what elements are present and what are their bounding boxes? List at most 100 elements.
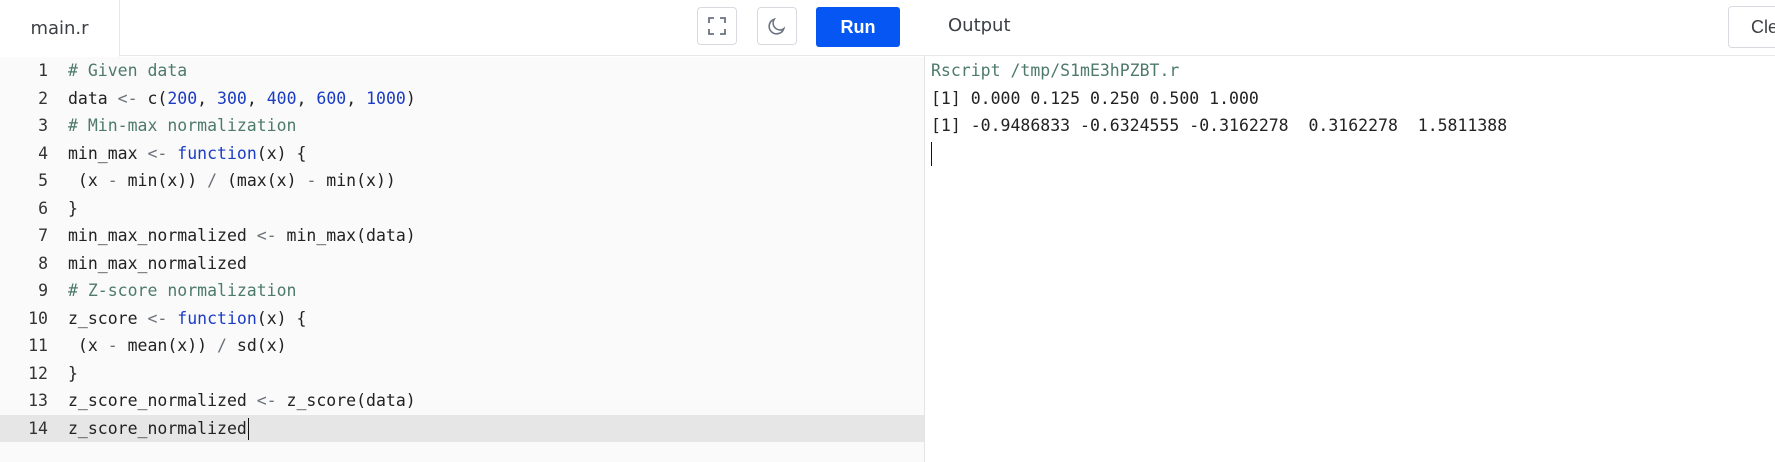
code-token: <- <box>256 226 277 245</box>
code-token: - <box>107 171 118 190</box>
code-token: (x <box>68 171 108 190</box>
code-line[interactable]: 4 min_max <- function(x) { <box>0 140 924 168</box>
code-token: min_max <box>68 143 148 163</box>
code-token: c( <box>137 88 168 108</box>
line-code: min_max_normalized <- min_max(data) <box>68 222 416 250</box>
code-line[interactable]: 2 data <- c(200, 300, 400, 600, 1000) <box>0 85 924 113</box>
code-line[interactable]: 13 z_score_normalized <- z_score(data) <box>0 387 924 415</box>
moon-icon <box>768 17 786 35</box>
code-token: <- <box>147 308 168 328</box>
line-number: 14 <box>28 418 48 438</box>
text-cursor <box>247 418 249 440</box>
line-code: # Given data <box>68 57 187 85</box>
code-token: } <box>68 363 78 383</box>
code-token: min(x)) <box>117 171 208 190</box>
code-token: z_score(data) <box>276 391 416 410</box>
line-number: 6 <box>38 198 48 218</box>
output-header: Output Clear <box>925 0 1775 56</box>
line-number: 3 <box>38 116 48 135</box>
code-token: # Z-score normalization <box>68 281 297 300</box>
code-token: <- <box>256 391 277 410</box>
output-command-line: Rscript /tmp/S1mE3hPZBT.r <box>931 61 1180 80</box>
fullscreen-icon <box>708 17 726 35</box>
line-number: 1 <box>38 61 48 80</box>
line-code: # Z-score normalization <box>68 277 296 305</box>
output-line: [1] 0.000 0.125 0.250 0.500 1.000 <box>931 88 1259 108</box>
code-token: , <box>296 88 317 108</box>
line-number: 8 <box>38 253 48 273</box>
online-r-compiler: main.r Run 1 # Given data 2 data <- c(200, … <box>0 0 1775 462</box>
line-code: z_score_normalized <- z_score(data) <box>68 387 416 415</box>
line-code: z_score_normalized <box>68 415 249 443</box>
line-number: 4 <box>38 143 48 163</box>
code-line[interactable]: 7 min_max_normalized <- min_max(data) <box>0 222 924 250</box>
fullscreen-button[interactable] <box>697 7 737 45</box>
code-token: sd(x) <box>226 336 287 355</box>
code-token: # Given data <box>68 61 188 80</box>
code-line[interactable]: 11 (x - mean(x)) / sd(x) <box>0 332 924 360</box>
line-code: min_max <- function(x) { <box>68 140 306 168</box>
code-token: 200 <box>167 88 198 108</box>
line-number: 13 <box>28 391 48 410</box>
line-code: z_score <- function(x) { <box>68 305 306 333</box>
code-token: function <box>177 143 257 163</box>
code-token: mean(x)) <box>117 336 218 355</box>
editor-pane: main.r Run 1 # Given data 2 data <- c(200, … <box>0 0 925 462</box>
code-token: (x) { <box>256 143 307 163</box>
code-token: 600 <box>316 88 347 108</box>
code-token: 1000 <box>366 88 406 108</box>
output-title: Output <box>948 15 1011 36</box>
code-line[interactable]: 9 # Z-score normalization <box>0 277 924 305</box>
code-token: / <box>217 336 227 355</box>
code-token: z_score_normalized <box>68 391 257 410</box>
line-code: min_max_normalized <box>68 250 247 278</box>
code-token: - <box>306 171 317 190</box>
code-token: # Min-max normalization <box>68 116 297 135</box>
code-token: , <box>246 88 267 108</box>
file-tab-label: main.r <box>30 17 89 39</box>
code-editor[interactable]: 1 # Given data 2 data <- c(200, 300, 400, 6… <box>0 57 924 462</box>
dark-mode-toggle[interactable] <box>757 7 797 45</box>
code-line[interactable]: 3 # Min-max normalization <box>0 112 924 140</box>
file-tab-main-r[interactable]: main.r <box>0 0 120 57</box>
clear-button[interactable]: Clear <box>1728 6 1775 48</box>
output-console[interactable]: Rscript /tmp/S1mE3hPZBT.r [1] 0.000 0.125… <box>931 57 1771 167</box>
line-number: 11 <box>28 336 48 355</box>
run-button[interactable]: Run <box>816 7 900 47</box>
output-input-line[interactable] <box>931 140 1771 168</box>
line-code: } <box>68 360 78 388</box>
code-line[interactable]: 10 z_score <- function(x) { <box>0 305 924 333</box>
code-token: min_max_normalized <box>68 253 247 273</box>
code-token: min_max_normalized <box>68 226 257 245</box>
code-token: function <box>177 308 257 328</box>
console-cursor <box>931 142 932 166</box>
code-token: } <box>68 198 78 218</box>
line-number: 12 <box>28 363 48 383</box>
line-code: # Min-max normalization <box>68 112 296 140</box>
output-pane: Output Clear Rscript /tmp/S1mE3hPZBT.r [1… <box>925 0 1775 462</box>
code-line[interactable]: 6} <box>0 195 924 223</box>
line-number: 2 <box>38 88 48 108</box>
code-token: , <box>346 88 367 108</box>
code-line[interactable]: 1 # Given data <box>0 57 924 85</box>
line-code: data <- c(200, 300, 400, 600, 1000) <box>68 85 416 113</box>
editor-toolbar: main.r Run <box>0 0 925 57</box>
code-line[interactable]: 8 min_max_normalized <box>0 250 924 278</box>
line-code: (x - mean(x)) / sd(x) <box>68 332 287 360</box>
code-token: data <box>68 88 118 108</box>
code-token: - <box>107 336 118 355</box>
code-token: <- <box>147 143 168 163</box>
line-number: 10 <box>28 308 48 328</box>
code-line[interactable]: 12} <box>0 360 924 388</box>
code-line[interactable]: 5 (x - min(x)) / (max(x) - min(x)) <box>0 167 924 195</box>
code-token: / <box>207 171 218 190</box>
code-line[interactable]: 14 z_score_normalized <box>0 414 924 443</box>
code-token: (x) { <box>256 308 307 328</box>
line-code: (x - min(x)) / (max(x) - min(x)) <box>68 167 396 195</box>
code-token: (x <box>68 336 108 355</box>
line-number: 9 <box>38 281 48 300</box>
line-number: 5 <box>38 171 48 190</box>
output-line: [1] -0.9486833 -0.6324555 -0.3162278 0.3… <box>931 116 1508 135</box>
